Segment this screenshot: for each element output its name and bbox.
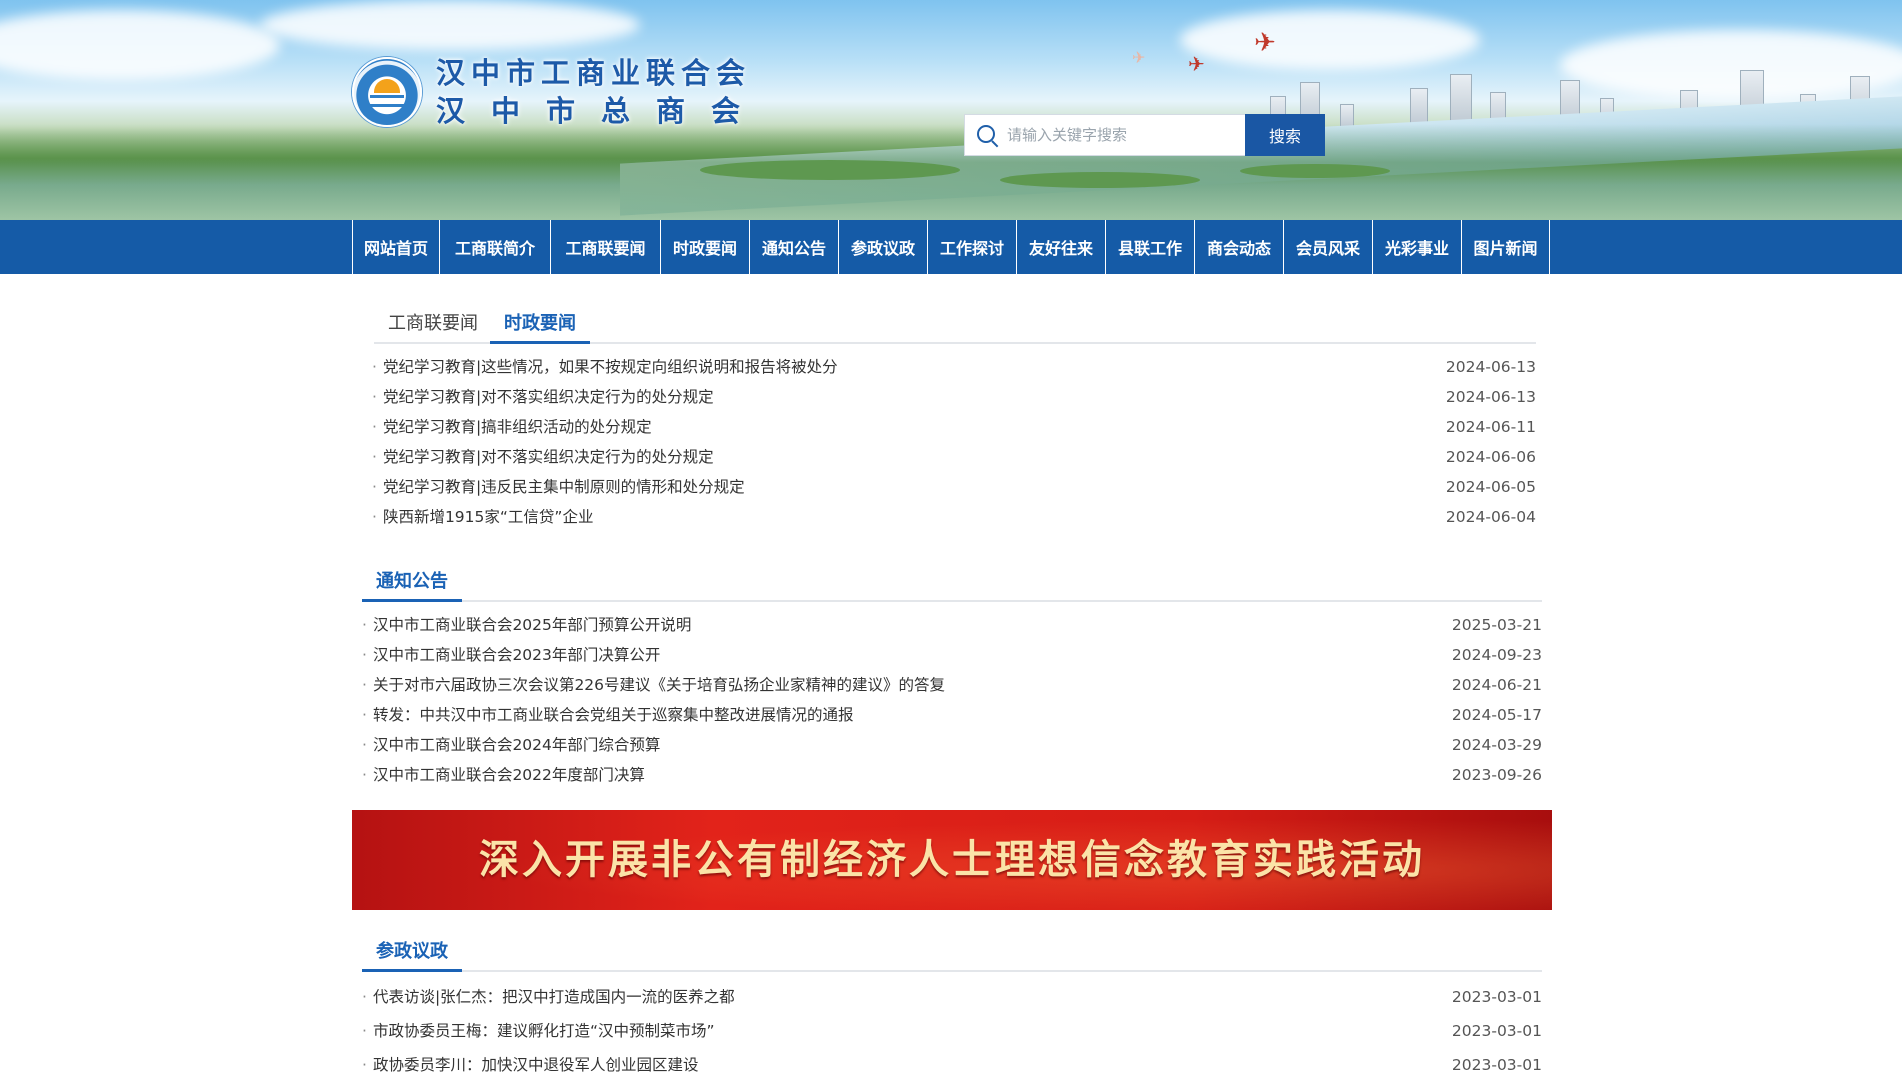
tab-federation-news[interactable]: 工商联要闻 (374, 306, 492, 344)
cloud-decoration (1180, 10, 1480, 70)
nav-photo-news[interactable]: 图片新闻 (1461, 220, 1550, 274)
nav-member-style[interactable]: 会员风采 (1283, 220, 1372, 274)
politics-header: 参政议政 (362, 934, 1542, 972)
site-logo[interactable]: 汉中市工商业联合会 汉中市总商会 (352, 54, 766, 130)
tab-political-news[interactable]: 时政要闻 (490, 306, 590, 344)
nav-guangcai[interactable]: 光彩事业 (1372, 220, 1461, 274)
nav-politics[interactable]: 参政议政 (838, 220, 927, 274)
org-name-secondary: 汉中市总商会 (436, 94, 767, 128)
list-item[interactable]: · 党纪学习教育|这些情况，如果不按规定向组织说明和报告将被处分 2024-06-1… (372, 352, 1536, 382)
bird-icon: ✈ (1132, 48, 1146, 67)
notices-header: 通知公告 (362, 564, 1542, 602)
list-item[interactable]: · 汉中市工商业联合会2024年部门综合预算 2024-03-29 (362, 730, 1542, 760)
list-item[interactable]: · 陕西新增1915家“工信贷”企业 2024-06-04 (372, 502, 1536, 532)
list-item[interactable]: · 汉中市工商业联合会2025年部门预算公开说明 2025-03-21 (362, 610, 1542, 640)
list-item[interactable]: · 关于对市六届政协三次会议第226号建议《关于培育弘扬企业家精神的建议》的答复 2… (362, 670, 1542, 700)
list-item[interactable]: · 党纪学习教育|违反民主集中制原则的情形和处分规定 2024-06-05 (372, 472, 1536, 502)
org-name-primary: 汉中市工商业联合会 (436, 56, 752, 90)
nav-chamber-news[interactable]: 商会动态 (1194, 220, 1283, 274)
nav-political-news[interactable]: 时政要闻 (660, 220, 749, 274)
notices-list: · 汉中市工商业联合会2025年部门预算公开说明 2025-03-21 · 汉中市工商… (362, 610, 1542, 790)
bird-icon: ✈ (1188, 52, 1205, 76)
list-item[interactable]: · 汉中市工商业联合会2023年部门决算公开 2024-09-23 (362, 640, 1542, 670)
nav-home[interactable]: 网站首页 (352, 220, 439, 274)
main-nav: 网站首页 工商联简介 工商联要闻 时政要闻 通知公告 参政议政 工作探讨 友好往… (0, 220, 1902, 274)
nav-federation-news[interactable]: 工商联要闻 (550, 220, 660, 274)
politics-title[interactable]: 参政议政 (362, 934, 462, 972)
politics-list: · 代表访谈|张仁杰：把汉中打造成国内一流的医养之都 2023-03-01 · 市政协… (362, 982, 1542, 1080)
search-box (964, 114, 1246, 156)
search-button[interactable]: 搜索 (1245, 114, 1325, 156)
list-item[interactable]: · 汉中市工商业联合会2022年度部门决算 2023-09-26 (362, 760, 1542, 790)
list-item[interactable]: · 市政协委员王梅：建议孵化打造“汉中预制菜市场” 2023-03-01 (362, 1016, 1542, 1046)
cloud-decoration (0, 10, 280, 80)
nav-county-work[interactable]: 县联工作 (1105, 220, 1194, 274)
promo-banner-text: 深入开展非公有制经济人士理想信念教育实践活动 (479, 837, 1425, 883)
list-item[interactable]: · 代表访谈|张仁杰：把汉中打造成国内一流的医养之都 2023-03-01 (362, 982, 1542, 1012)
nav-work-discussion[interactable]: 工作探讨 (927, 220, 1016, 274)
cloud-decoration (260, 0, 640, 50)
list-item[interactable]: · 政协委员李川：加快汉中退役军人创业园区建设 2023-03-01 (362, 1050, 1542, 1080)
federation-emblem-icon (352, 57, 422, 127)
promo-banner[interactable]: 深入开展非公有制经济人士理想信念教育实践活动 (352, 810, 1552, 910)
list-item[interactable]: · 党纪学习教育|对不落实组织决定行为的处分规定 2024-06-13 (372, 382, 1536, 412)
list-item[interactable]: · 党纪学习教育|搞非组织活动的处分规定 2024-06-11 (372, 412, 1536, 442)
list-item[interactable]: · 转发：中共汉中市工商业联合会党组关于巡察集中整改进展情况的通报 2024-05-… (362, 700, 1542, 730)
bird-icon: ✈ (1254, 28, 1276, 58)
nav-about[interactable]: 工商联简介 (439, 220, 550, 274)
nav-friendly-exchange[interactable]: 友好往来 (1016, 220, 1105, 274)
nav-notices[interactable]: 通知公告 (749, 220, 838, 274)
list-item[interactable]: · 党纪学习教育|对不落实组织决定行为的处分规定 2024-06-06 (372, 442, 1536, 472)
news-tabs: 工商联要闻 时政要闻 (374, 306, 1536, 344)
political-news-list: · 党纪学习教育|这些情况，如果不按规定向组织说明和报告将被处分 2024-06-1… (372, 352, 1536, 532)
header-banner: ✈ ✈ ✈ 汉中市工商业联合会 汉中市总商会 搜索 (0, 0, 1902, 220)
search-icon (965, 114, 1007, 156)
notices-title[interactable]: 通知公告 (362, 564, 462, 602)
search-input[interactable] (1007, 116, 1245, 154)
